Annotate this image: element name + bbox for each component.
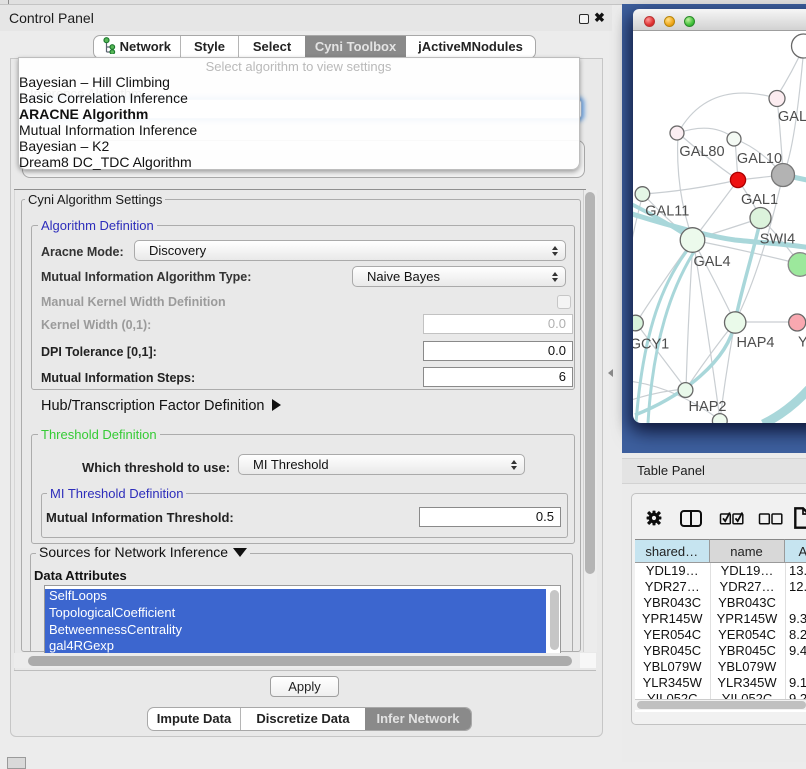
svg-text:GAL11: GAL11 [645, 204, 689, 220]
svg-text:GAL1: GAL1 [741, 192, 778, 208]
svg-text:YJ: YJ [798, 335, 806, 351]
svg-text:SWI4: SWI4 [760, 232, 795, 248]
svg-text:HAP2: HAP2 [689, 399, 727, 415]
svg-text:GAL10: GAL10 [737, 151, 782, 167]
svg-text:GAL4: GAL4 [693, 254, 730, 270]
svg-text:GAL80: GAL80 [679, 144, 724, 160]
svg-text:HAP4: HAP4 [737, 335, 775, 351]
svg-text:GAL2: GAL2 [778, 109, 806, 125]
svg-text:GCY1: GCY1 [633, 337, 669, 353]
